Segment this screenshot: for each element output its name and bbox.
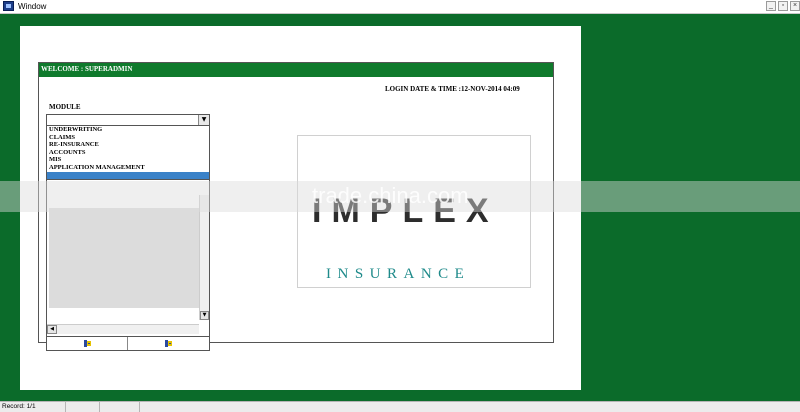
module-option-accounts[interactable]: ACCOUNTS xyxy=(47,149,209,157)
status-segment xyxy=(100,402,140,412)
status-bar: Record: 1/1 xyxy=(0,401,800,412)
module-option-mis[interactable]: MIS xyxy=(47,156,209,164)
door-exit-icon xyxy=(84,340,91,347)
module-label: MODULE xyxy=(49,103,81,111)
module-option-reinsurance[interactable]: RE-INSURANCE xyxy=(47,141,209,149)
module-option-application-management[interactable]: APPLICATION MANAGEMENT xyxy=(47,164,209,172)
module-select[interactable]: ▼ xyxy=(46,114,210,126)
next-record-button[interactable] xyxy=(128,337,209,350)
module-option-claims[interactable]: CLAIMS xyxy=(47,134,209,142)
module-option-underwriting[interactable]: UNDERWRITING xyxy=(47,126,209,134)
horizontal-scrollbar[interactable]: ◀ xyxy=(47,324,199,334)
logo-tagline: INSURANCE xyxy=(326,266,471,282)
chevron-down-icon[interactable]: ▼ xyxy=(198,115,209,125)
menu-tree-list[interactable] xyxy=(49,208,201,308)
vertical-scrollbar[interactable]: ▼ xyxy=(199,195,209,320)
close-button[interactable]: × xyxy=(790,1,800,11)
door-enter-icon xyxy=(165,340,172,347)
record-counter: Record: 1/1 xyxy=(0,402,66,412)
app-icon xyxy=(3,1,14,11)
restore-button[interactable]: ▫ xyxy=(778,1,788,11)
welcome-bar: WELCOME : SUPERADMIN xyxy=(39,63,553,77)
prev-record-button[interactable] xyxy=(47,337,128,350)
scroll-down-icon[interactable]: ▼ xyxy=(200,311,209,320)
login-datetime: LOGIN DATE & TIME :12-NOV-2014 04:09 xyxy=(385,85,520,93)
nav-button-bar xyxy=(46,337,210,351)
module-dropdown-list: UNDERWRITING CLAIMS RE-INSURANCE ACCOUNT… xyxy=(46,126,210,180)
minimize-button[interactable]: _ xyxy=(766,1,776,11)
scroll-left-icon[interactable]: ◀ xyxy=(47,325,57,334)
window-title: Window xyxy=(18,2,47,11)
watermark-text: trade.china.com xyxy=(312,183,469,208)
status-segment xyxy=(66,402,100,412)
module-option-highlighted[interactable] xyxy=(47,171,209,180)
title-bar: Window _ ▫ × xyxy=(0,0,800,14)
